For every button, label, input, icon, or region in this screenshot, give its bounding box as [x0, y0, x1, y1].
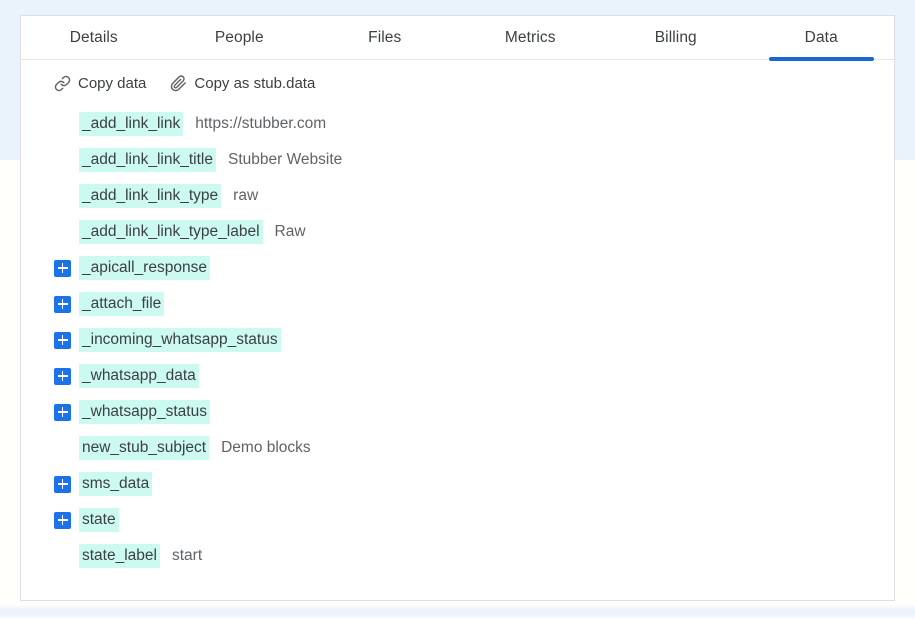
data-row: _add_link_link https://stubber.com — [21, 106, 894, 142]
data-value: Demo blocks — [221, 439, 311, 456]
data-key[interactable]: _whatsapp_data — [79, 364, 199, 388]
row-indent-spacer — [54, 116, 79, 133]
data-row: _whatsapp_status — [21, 394, 894, 430]
row-indent-spacer — [54, 440, 79, 457]
data-key[interactable]: _add_link_link_title — [79, 148, 216, 172]
data-row: _incoming_whatsapp_status — [21, 322, 894, 358]
tab-active-underline — [332, 57, 437, 61]
tab-label: Billing — [654, 28, 697, 46]
tab-bar: Details People Files Metrics Billing Data — [21, 16, 895, 61]
row-indent-spacer — [54, 188, 79, 205]
data-row: state_label start — [21, 538, 894, 574]
data-row: _attach_file — [21, 286, 894, 322]
expand-plus-icon[interactable] — [54, 259, 71, 277]
data-row: new_stub_subject Demo blocks — [21, 430, 894, 466]
tab-active-underline — [768, 57, 874, 61]
data-value: https://stubber.com — [195, 115, 327, 132]
tab-metrics[interactable]: Metrics — [458, 16, 604, 59]
data-value: start — [171, 547, 203, 564]
data-panel-card: Details People Files Metrics Billing Data Cop… — [20, 15, 895, 601]
tab-people[interactable]: People — [167, 16, 313, 59]
expand-plus-icon[interactable] — [54, 367, 71, 385]
tab-label: People — [214, 28, 264, 46]
expand-plus-icon[interactable] — [54, 403, 71, 421]
data-row: state — [21, 502, 894, 538]
expand-plus-icon[interactable] — [54, 511, 71, 529]
tab-active-underline — [623, 57, 728, 61]
copy-as-stub-data-label: Copy as stub.data — [194, 75, 316, 92]
expand-plus-icon[interactable] — [54, 331, 71, 349]
data-tree: _add_link_link https://stubber.com _add_li… — [21, 92, 894, 574]
data-key[interactable]: _add_link_link_type_label — [79, 220, 263, 244]
tab-billing[interactable]: Billing — [603, 16, 749, 59]
expand-plus-icon[interactable] — [54, 295, 71, 313]
data-value: Raw — [274, 223, 306, 240]
copy-as-stub-data-button[interactable]: Copy as stub.data — [170, 75, 315, 92]
backdrop-bottom-band — [0, 605, 915, 618]
paperclip-icon — [170, 75, 187, 92]
data-key[interactable]: sms_data — [79, 472, 153, 496]
data-row: _apicall_response — [21, 250, 894, 286]
link-icon — [54, 75, 71, 92]
tab-data[interactable]: Data — [749, 16, 895, 61]
data-key[interactable]: state_label — [79, 544, 160, 568]
data-row: _add_link_link_type raw — [21, 178, 894, 214]
data-row: _add_link_link_title Stubber Website — [21, 142, 894, 178]
tab-label: Data — [804, 28, 838, 46]
tab-active-underline — [41, 57, 146, 61]
tab-details[interactable]: Details — [21, 16, 167, 59]
tab-active-underline — [187, 57, 292, 61]
tab-label: Files — [368, 28, 402, 46]
data-toolbar: Copy data Copy as stub.data — [21, 60, 894, 92]
data-key[interactable]: _attach_file — [79, 292, 165, 316]
tab-label: Details — [69, 28, 118, 46]
data-key[interactable]: _apicall_response — [79, 256, 210, 280]
row-indent-spacer — [54, 152, 79, 169]
tab-active-underline — [478, 57, 583, 61]
data-row: sms_data — [21, 466, 894, 502]
row-indent-spacer — [54, 548, 79, 565]
data-key[interactable]: _add_link_link_type — [79, 184, 222, 208]
data-value: Stubber Website — [227, 151, 343, 168]
data-key[interactable]: _whatsapp_status — [79, 400, 210, 424]
tab-files[interactable]: Files — [312, 16, 458, 59]
data-value: raw — [233, 187, 259, 204]
row-indent-spacer — [54, 224, 79, 241]
expand-plus-icon[interactable] — [54, 475, 71, 493]
tab-label: Metrics — [504, 28, 556, 46]
data-key[interactable]: _incoming_whatsapp_status — [79, 328, 281, 352]
data-row: _whatsapp_data — [21, 358, 894, 394]
data-key[interactable]: state — [79, 508, 119, 532]
data-row: _add_link_link_type_label Raw — [21, 214, 894, 250]
data-key[interactable]: new_stub_subject — [79, 436, 210, 460]
data-key[interactable]: _add_link_link — [79, 112, 184, 136]
copy-data-button[interactable]: Copy data — [54, 75, 146, 92]
copy-data-label: Copy data — [78, 75, 147, 92]
